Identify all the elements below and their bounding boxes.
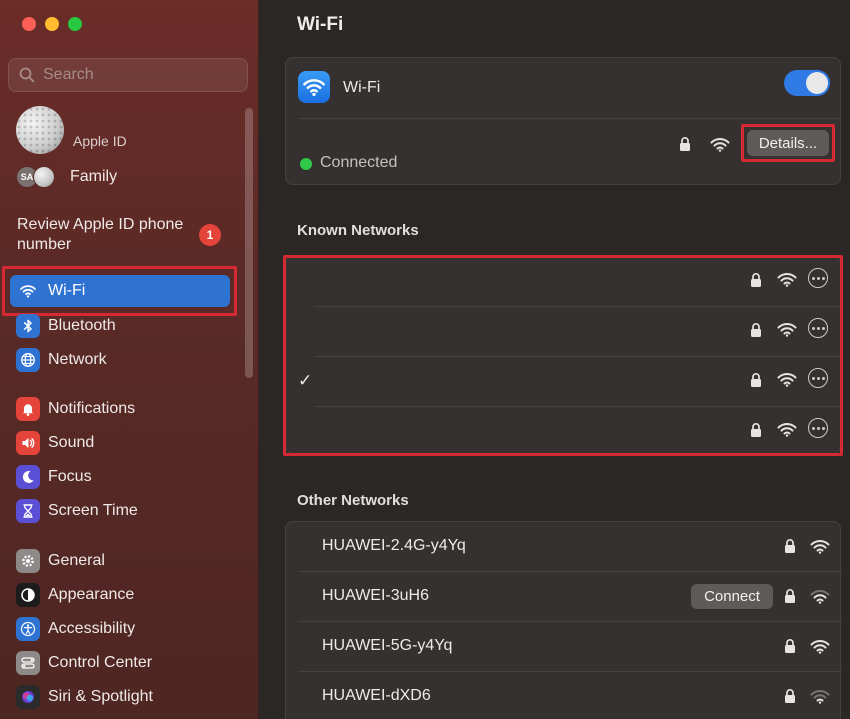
apple-id-item[interactable]: Apple ID (16, 106, 127, 154)
sidebar: Apple ID SA Family Review Apple ID phone… (0, 0, 259, 719)
sidebar-item-accessibility[interactable]: Accessibility (10, 613, 230, 645)
family-item[interactable]: SA Family (16, 166, 117, 188)
lock-icon (784, 688, 796, 709)
wifi-signal-icon (810, 689, 830, 709)
network-name: HUAWEI-dXD6 (322, 687, 431, 704)
connect-button[interactable]: Connect (691, 584, 773, 609)
accessibility-icon (16, 617, 40, 641)
appearance-icon (16, 583, 40, 607)
other-network-row[interactable]: HUAWEI-3uH6 Connect (286, 572, 842, 622)
sidebar-item-label: Sound (48, 434, 95, 451)
wifi-signal-icon (810, 639, 830, 659)
main-panel: Wi-Fi Wi-Fi Connected Details... Known N… (260, 0, 850, 719)
sidebar-item-label: Appearance (48, 586, 135, 603)
wifi-highlight-outline (2, 266, 237, 316)
known-networks-highlight-outline (283, 255, 843, 456)
toggle-knob (806, 72, 828, 94)
wifi-signal-icon (810, 589, 830, 609)
sidebar-item-label: Network (48, 351, 107, 368)
divider (298, 118, 840, 119)
control-center-icon (16, 651, 40, 675)
page-title: Wi-Fi (297, 14, 344, 35)
hourglass-icon (16, 499, 40, 523)
sidebar-item-screen-time[interactable]: Screen Time (10, 495, 230, 527)
search-field[interactable] (8, 58, 248, 92)
sidebar-item-label: Siri & Spotlight (48, 688, 153, 705)
wifi-card-title: Wi-Fi (343, 79, 381, 96)
connected-status-dot (300, 158, 312, 170)
connection-status: Connected (320, 154, 398, 171)
window-controls (22, 17, 82, 31)
globe-icon (16, 348, 40, 372)
other-network-row[interactable]: HUAWEI-2.4G-y4Yq (286, 522, 842, 572)
sidebar-item-sound[interactable]: Sound (10, 427, 230, 459)
family-avatar (33, 166, 55, 188)
siri-icon (16, 685, 40, 709)
gear-icon (16, 549, 40, 573)
other-networks-title: Other Networks (297, 492, 409, 509)
details-button[interactable]: Details... (747, 130, 829, 156)
sidebar-item-label: Notifications (48, 400, 136, 417)
known-networks-title: Known Networks (297, 222, 419, 239)
zoom-button[interactable] (68, 17, 82, 31)
lock-icon (784, 588, 796, 609)
sidebar-item-label: General (48, 552, 105, 569)
network-name: HUAWEI-5G-y4Yq (322, 637, 453, 654)
bell-icon (16, 397, 40, 421)
sidebar-item-label: Control Center (48, 654, 153, 671)
sidebar-item-notifications[interactable]: Notifications (10, 393, 230, 425)
family-label: Family (70, 168, 118, 185)
sidebar-item-bluetooth[interactable]: Bluetooth (10, 310, 230, 342)
sidebar-item-label: Bluetooth (48, 317, 116, 334)
close-button[interactable] (22, 17, 36, 31)
wifi-icon (298, 71, 330, 103)
other-network-row[interactable]: HUAWEI-5G-y4Yq (286, 622, 842, 672)
review-apple-id-item[interactable]: Review Apple ID phone number (17, 215, 187, 255)
avatar (16, 106, 64, 154)
moon-icon (16, 465, 40, 489)
sidebar-item-focus[interactable]: Focus (10, 461, 230, 493)
sidebar-item-label: Accessibility (48, 620, 136, 637)
wifi-toggle[interactable] (784, 70, 830, 96)
sidebar-item-label: Focus (48, 468, 92, 485)
sidebar-item-appearance[interactable]: Appearance (10, 579, 230, 611)
network-name: HUAWEI-2.4G-y4Yq (322, 537, 466, 554)
wifi-card: Wi-Fi Connected (285, 57, 841, 185)
search-icon (19, 67, 35, 83)
sidebar-item-siri-spotlight[interactable]: Siri & Spotlight (10, 681, 230, 713)
notification-badge: 1 (199, 224, 221, 246)
other-network-row[interactable]: HUAWEI-dXD6 (286, 672, 842, 719)
lock-icon (679, 136, 691, 157)
apple-id-label: Apple ID (73, 133, 127, 149)
lock-icon (784, 538, 796, 559)
wifi-signal-icon (810, 539, 830, 559)
speaker-icon (16, 431, 40, 455)
sidebar-item-network[interactable]: Network (10, 344, 230, 376)
sidebar-item-label: Screen Time (48, 502, 138, 519)
bluetooth-icon (16, 314, 40, 338)
minimize-button[interactable] (45, 17, 59, 31)
sidebar-item-general[interactable]: General (10, 545, 230, 577)
other-networks-list: HUAWEI-2.4G-y4Yq HUAWEI-3uH6 Connect HUA… (285, 521, 842, 719)
sidebar-item-control-center[interactable]: Control Center (10, 647, 230, 679)
lock-icon (784, 638, 796, 659)
search-input[interactable] (43, 66, 233, 84)
wifi-signal-icon (710, 137, 730, 157)
network-name: HUAWEI-3uH6 (322, 587, 429, 604)
sidebar-scrollbar[interactable] (245, 108, 253, 378)
